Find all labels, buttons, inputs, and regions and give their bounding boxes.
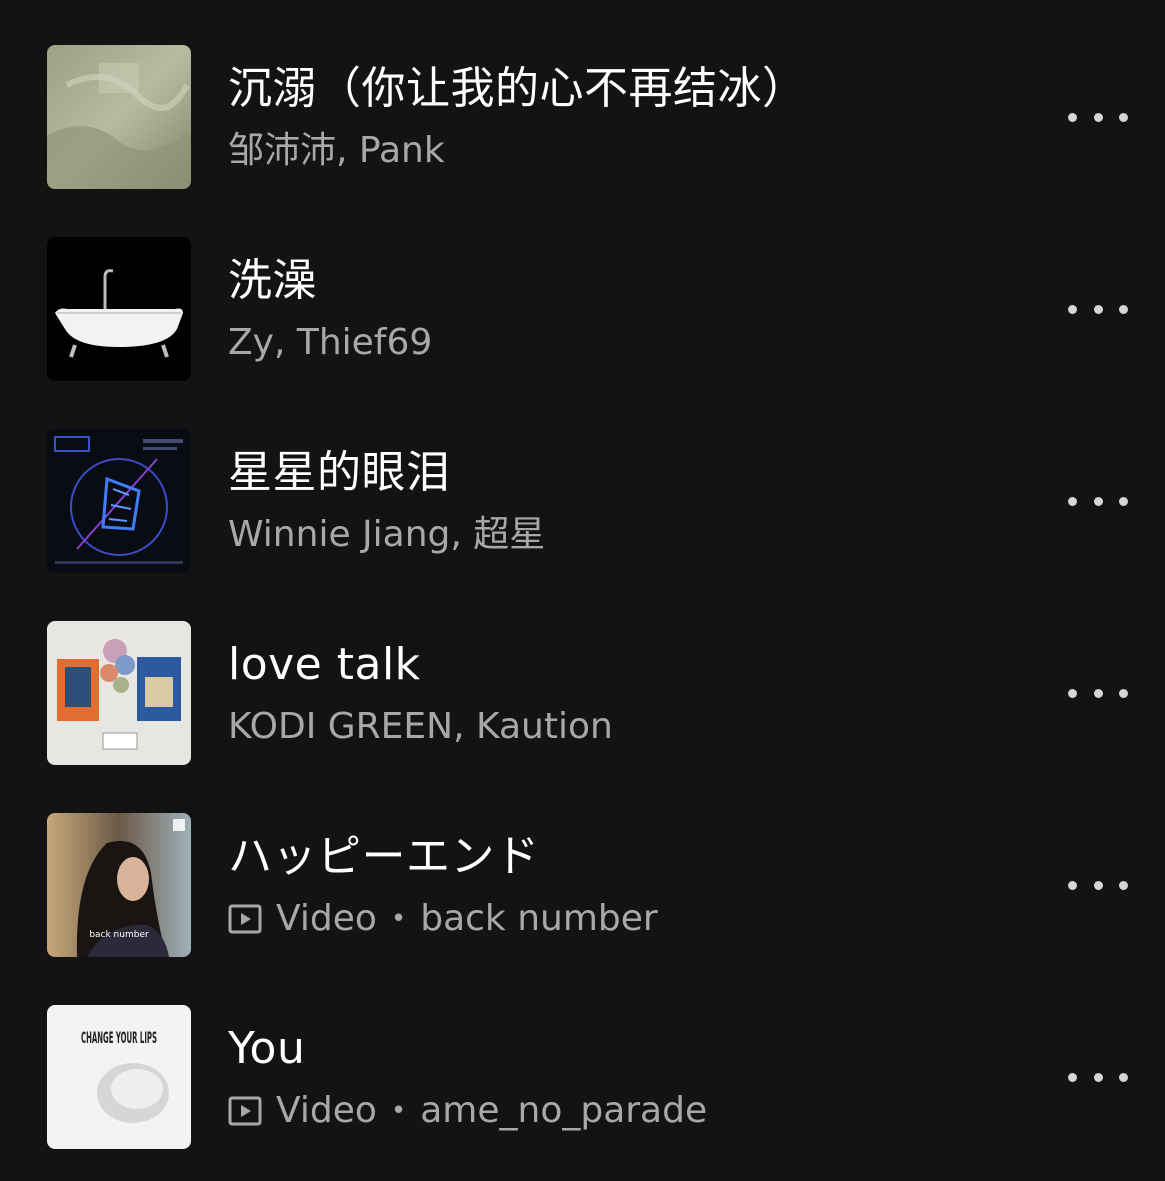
- track-artists: Winnie Jiang, 超星: [228, 513, 545, 557]
- thumbnail-text: back number: [89, 930, 149, 940]
- track-title: 洗澡: [228, 255, 317, 306]
- album-art: [47, 237, 191, 381]
- track-list: 沉溺（你让我的心不再结冰） 邹沛沛, Pank 洗澡 Zy, Thief69 星…: [0, 0, 1165, 1181]
- more-dot: [1068, 880, 1077, 890]
- track-artists-text: Zy, Thief69: [228, 322, 433, 363]
- more-dot: [1068, 1072, 1077, 1082]
- track-title: love talk: [228, 639, 421, 690]
- track-artists-text: 邹沛沛, Pank: [228, 130, 445, 171]
- more-options-button[interactable]: [1068, 867, 1128, 903]
- video-thumbnail: CHANGE YOUR LIPS: [47, 1005, 191, 1149]
- more-dot: [1068, 112, 1077, 122]
- track-title: You: [228, 1023, 306, 1074]
- track-artists-text: back number: [420, 898, 658, 939]
- track-meta: Video • back number: [228, 897, 658, 941]
- more-dot: [1119, 496, 1128, 506]
- separator-dot: •: [390, 904, 407, 934]
- track-artists: Zy, Thief69: [228, 321, 432, 365]
- more-dot: [1093, 304, 1103, 314]
- track-meta: Video • ame_no_parade: [228, 1089, 707, 1133]
- album-art: [47, 429, 191, 573]
- video-thumbnail: back number: [47, 813, 191, 957]
- type-label: Video: [276, 1090, 377, 1131]
- more-dot: [1119, 880, 1128, 890]
- track-artists: 邹沛沛, Pank: [228, 129, 445, 173]
- more-dot: [1068, 496, 1077, 506]
- track-artists: KODI GREEN, Kaution: [228, 705, 613, 749]
- type-label: Video: [276, 898, 377, 939]
- track-artists-text: Winnie Jiang, 超星: [228, 514, 546, 555]
- video-icon: [228, 904, 262, 934]
- track-title: ハッピーエンド: [228, 831, 540, 882]
- more-dot: [1093, 688, 1103, 698]
- more-options-button[interactable]: [1068, 675, 1128, 711]
- album-art: [47, 621, 191, 765]
- track-title: 沉溺（你让我的心不再结冰）: [228, 63, 807, 114]
- more-dot: [1068, 304, 1077, 314]
- track-title: 星星的眼泪: [228, 447, 451, 498]
- more-dot: [1068, 688, 1077, 698]
- more-dot: [1093, 112, 1103, 122]
- track-row[interactable]: 沉溺（你让我的心不再结冰） 邹沛沛, Pank: [0, 45, 1165, 189]
- separator-dot: •: [390, 1096, 407, 1126]
- track-row[interactable]: love talk KODI GREEN, Kaution: [0, 621, 1165, 765]
- album-art: [47, 45, 191, 189]
- more-options-button[interactable]: [1068, 483, 1128, 519]
- more-dot: [1093, 496, 1103, 506]
- more-dot: [1093, 880, 1103, 890]
- track-row[interactable]: CHANGE YOUR LIPS You Video • ame_no_para…: [0, 1005, 1165, 1149]
- more-dot: [1119, 112, 1128, 122]
- thumbnail-text: CHANGE YOUR LIPS: [81, 1028, 157, 1047]
- more-options-button[interactable]: [1068, 291, 1128, 327]
- more-dot: [1119, 688, 1128, 698]
- more-dot: [1119, 304, 1128, 314]
- more-options-button[interactable]: [1068, 99, 1128, 135]
- more-options-button[interactable]: [1068, 1059, 1128, 1095]
- track-artists-text: ame_no_parade: [420, 1090, 708, 1131]
- track-artists-text: KODI GREEN, Kaution: [228, 706, 613, 747]
- track-row[interactable]: 洗澡 Zy, Thief69: [0, 237, 1165, 381]
- more-dot: [1093, 1072, 1103, 1082]
- track-row[interactable]: 星星的眼泪 Winnie Jiang, 超星: [0, 429, 1165, 573]
- video-icon: [228, 1096, 262, 1126]
- more-dot: [1119, 1072, 1128, 1082]
- track-row[interactable]: back number ハッピーエンド Video • back number: [0, 813, 1165, 957]
